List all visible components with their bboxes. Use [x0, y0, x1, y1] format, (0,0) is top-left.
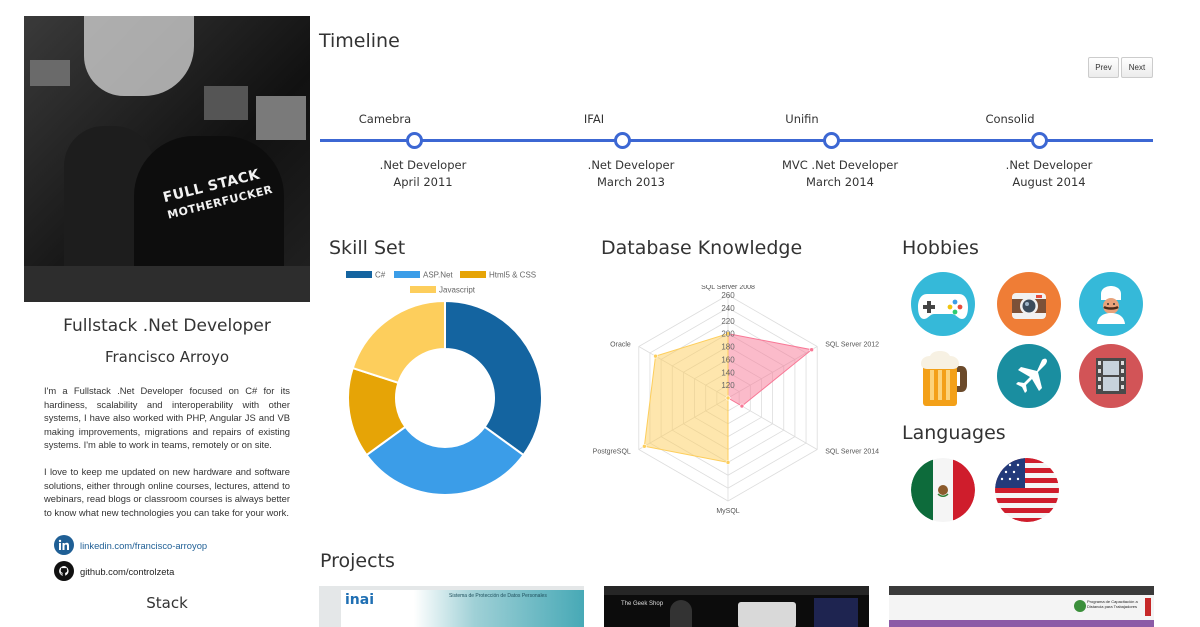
timeline-line: [320, 139, 1153, 142]
project-card-capacitacion[interactable]: Programa de Capacitación a Distancia par…: [889, 586, 1154, 627]
film-icon: [1079, 344, 1143, 408]
prev-button[interactable]: Prev: [1088, 57, 1119, 78]
usa-flag-icon: [995, 458, 1059, 522]
skill-donut-chart: C# ASP.Net Html5 & CSS Javascript: [346, 271, 543, 496]
project-card-geek-shop[interactable]: The Geek Shop: [604, 586, 869, 627]
person-name: Francisco Arroyo: [104, 348, 230, 366]
legend-swatch: [394, 271, 420, 278]
project-logo-text: inai: [345, 592, 375, 608]
radar-point[interactable]: [809, 347, 814, 353]
radar-tick-label: 180: [721, 343, 735, 352]
linkedin-icon[interactable]: [54, 535, 74, 556]
project-logo-text: Programa de Capacitación a Distancia par…: [1087, 599, 1138, 609]
linkedin-link[interactable]: linkedin.com/francisco-arroyop: [80, 540, 207, 551]
timeline-node[interactable]: [823, 132, 840, 149]
timeline-node[interactable]: [1031, 132, 1048, 149]
radar-tick-label: 220: [721, 317, 735, 326]
mexico-flag-icon: [911, 458, 975, 522]
profile-photo: FULL STACK MOTHERFUCKER: [24, 16, 310, 302]
hobbies-heading: Hobbies: [902, 237, 979, 259]
radar-tick-label: 140: [721, 368, 735, 377]
role-title: Fullstack .Net Developer: [63, 316, 271, 336]
radar-axis-label: SQL Server 2008: [701, 285, 755, 291]
database-radar-chart: 120 140 160 180 200 220 240 260SQL Server 2008 S…: [593, 285, 879, 515]
project-logo-text: The Geek Shop: [621, 601, 664, 607]
github-icon[interactable]: [54, 561, 74, 582]
chef-icon: [1079, 272, 1143, 336]
project-card-inai[interactable]: inai Sistema de Protección de Datos Pers…: [319, 586, 584, 627]
timeline-company: Unifin: [785, 112, 819, 126]
github-link[interactable]: github.com/controlzeta: [80, 566, 174, 577]
radar-point[interactable]: [653, 353, 658, 359]
timeline-role: .Net Developer August 2014: [1005, 158, 1093, 189]
legend-label: C#: [375, 271, 386, 280]
timeline-company: Consolid: [985, 112, 1035, 126]
donut-slice-c-[interactable]: [444, 299, 543, 457]
donut-slice-javascript[interactable]: [351, 299, 446, 385]
legend-swatch: [460, 271, 486, 278]
stack-heading: Stack: [146, 594, 188, 613]
next-button[interactable]: Next: [1121, 57, 1153, 78]
radar-series-0[interactable]: [727, 333, 813, 407]
radar-tick-label: 120: [721, 381, 735, 390]
radar-tick-label: 160: [721, 355, 735, 364]
radar-point[interactable]: [725, 395, 731, 401]
radar-axis-label: SQL Server 2014: [825, 449, 879, 456]
radar-tick-label: 240: [721, 304, 735, 313]
timeline-node[interactable]: [406, 132, 423, 149]
projects-heading: Projects: [320, 550, 395, 572]
sidebar: FULL STACK MOTHERFUCKER Fullstack .Net D…: [24, 16, 310, 627]
legend-label: Javascript: [439, 286, 476, 295]
beer-icon: [911, 344, 975, 408]
bio-paragraph: I love to keep me updated on new hardwar…: [44, 465, 290, 518]
project-banner-text: Sistema de Protección de Datos Personale…: [449, 593, 547, 599]
timeline-heading: Timeline: [319, 30, 400, 52]
radar-axis-label: MySQL: [716, 508, 739, 515]
radar-point[interactable]: [739, 403, 745, 409]
radar-axis-label: Oracle: [610, 342, 631, 349]
skill-set-heading: Skill Set: [329, 237, 406, 259]
legend-label: ASP.Net: [423, 271, 453, 280]
radar-point[interactable]: [642, 443, 647, 449]
timeline-role: .Net Developer April 2011: [379, 158, 467, 189]
radar-axis-label: PostgreSQL: [593, 449, 631, 456]
languages-heading: Languages: [902, 422, 1006, 444]
timeline-role: .Net Developer March 2013: [587, 158, 675, 189]
legend-swatch: [346, 271, 372, 278]
database-heading: Database Knowledge: [601, 237, 803, 259]
airplane-icon: [997, 344, 1061, 408]
radar-point[interactable]: [725, 460, 731, 465]
linkedin-row: linkedin.com/francisco-arroyop: [54, 534, 310, 556]
gamepad-icon: [911, 272, 975, 336]
legend-label: Html5 & CSS: [489, 271, 536, 280]
radar-axis-label: SQL Server 2012: [825, 342, 879, 349]
radar-series-1[interactable]: [643, 332, 729, 463]
timeline-company: IFAI: [583, 112, 605, 126]
timeline-role: MVC .Net Developer March 2014: [781, 158, 899, 189]
github-row: github.com/controlzeta: [54, 560, 310, 582]
camera-icon: [997, 272, 1061, 336]
timeline-company: Camebra: [358, 112, 412, 126]
radar-tick-label: 260: [721, 291, 735, 300]
bio-paragraph: I'm a Fullstack .Net Developer focused o…: [44, 385, 290, 451]
timeline-node[interactable]: [614, 132, 631, 149]
legend-swatch: [410, 286, 436, 293]
radar-tick-label: 200: [721, 330, 735, 339]
